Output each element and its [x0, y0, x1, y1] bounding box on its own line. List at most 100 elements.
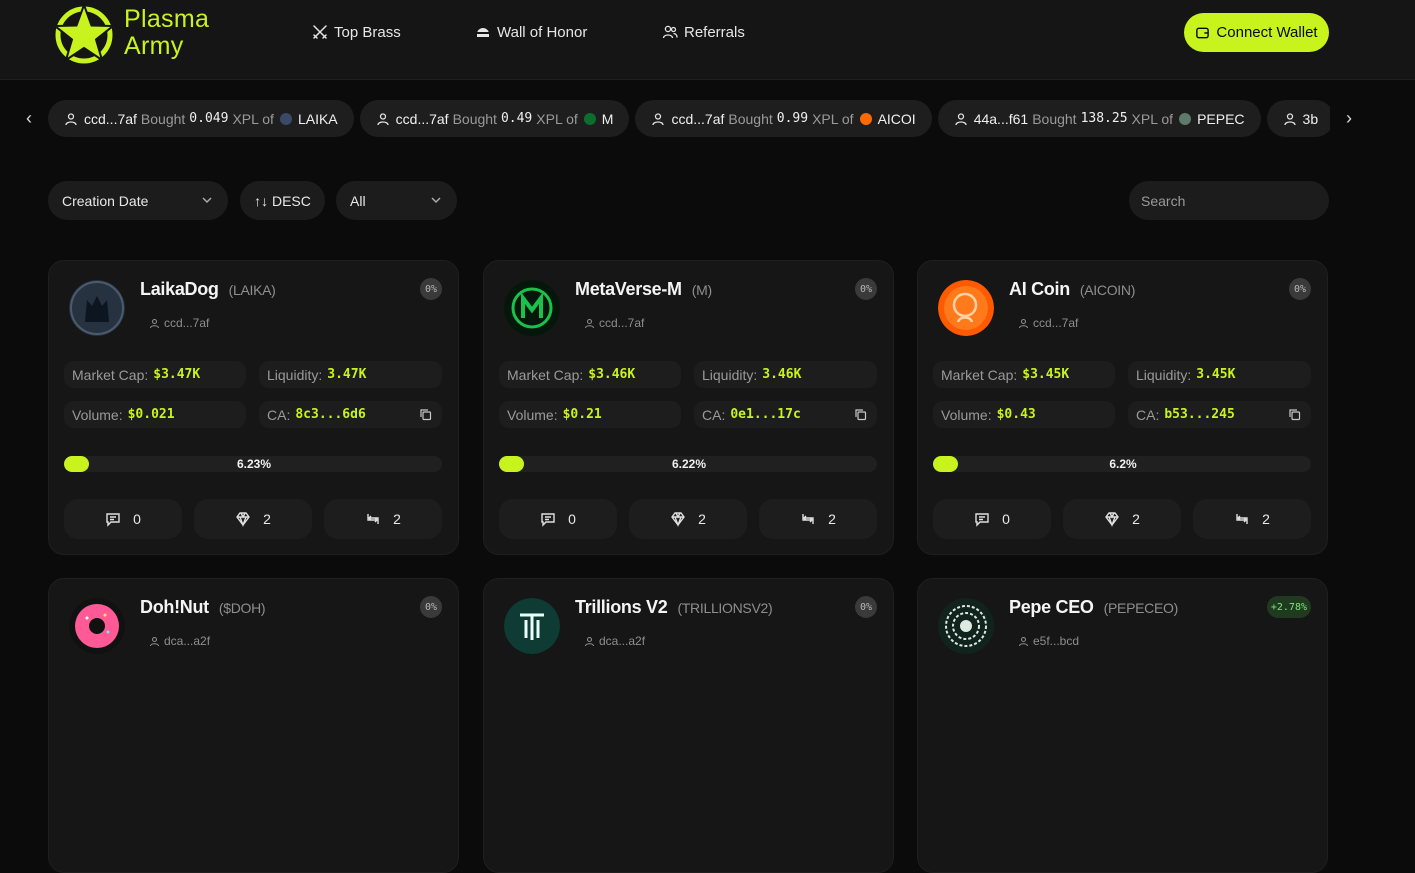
search-input[interactable] [1129, 181, 1329, 220]
user-icon [584, 318, 595, 328]
helmet-icon [477, 28, 489, 37]
trades-button[interactable]: 2 [759, 499, 877, 539]
stat-label: Market Cap: [507, 366, 584, 383]
ticker-item[interactable]: 44a...f61 Bought 138.25 XPL of PEPEC [937, 100, 1261, 137]
token-name-line: Doh!Nut ($DOH) [140, 597, 266, 618]
pepe-ceo-avatar [938, 598, 994, 654]
sort-select-value: Creation Date [62, 192, 149, 209]
token-creator[interactable]: dca...a2f [149, 634, 210, 648]
metaverse-avatar [504, 280, 560, 336]
ticker-coin-icon [1179, 112, 1192, 125]
volume-stat: Volume: $0.021 [64, 401, 246, 428]
token-avatar [938, 598, 994, 654]
sort-select[interactable]: Creation Date [48, 181, 228, 220]
copy-icon[interactable] [1288, 408, 1301, 421]
ticker-item[interactable]: ccd...7af Bought 0.049 XPL of LAIKA [48, 100, 354, 137]
creator-address: ccd...7af [599, 316, 645, 330]
holders-button[interactable]: 2 [629, 499, 747, 539]
token-name-line: LaikaDog (LAIKA) [140, 279, 276, 300]
liquidity-value: 3.46K [762, 367, 802, 382]
token-card[interactable]: MetaVerse-M (M) ccd...7af 0% Market Cap: $3.4… [483, 260, 894, 555]
ticker-address: 44a...f61 [973, 110, 1029, 127]
bonding-progress-fill [64, 456, 89, 472]
token-creator[interactable]: ccd...7af [149, 316, 209, 330]
ticker-item[interactable]: ccd...7af Bought 0.99 XPL of AICOI [635, 100, 932, 137]
volume-stat: Volume: $0.43 [933, 401, 1115, 428]
trade-swap-icon [1236, 514, 1248, 524]
chevron-right-icon: › [1346, 107, 1352, 128]
token-avatar [504, 598, 560, 654]
user-icon [1018, 636, 1029, 646]
stat-label: Liquidity: [1136, 366, 1192, 383]
holders-count: 2 [1132, 511, 1140, 527]
ticker-verb: Bought [728, 110, 773, 127]
ticker-address: 3b [1302, 110, 1319, 127]
liquidity-stat: Liquidity: 3.47K [259, 361, 442, 388]
ticker-unit: XPL of [1131, 110, 1174, 127]
brand-logo[interactable]: Plasma Army [52, 2, 232, 64]
ai-coin-avatar [938, 280, 994, 336]
token-creator[interactable]: ccd...7af [1018, 316, 1078, 330]
token-card[interactable]: Trillions V2 (TRILLIONSV2) dca...a2f 0% [483, 578, 894, 873]
trades-button[interactable]: 2 [1193, 499, 1311, 539]
liquidity-value: 3.45K [1196, 367, 1236, 382]
contract-address-stat: CA: 8c3...6d6 [259, 401, 442, 428]
holders-count: 2 [698, 511, 706, 527]
brand-line-1: Plasma [124, 5, 210, 33]
replies-button[interactable]: 0 [933, 499, 1051, 539]
ticker-item[interactable]: 3b [1266, 100, 1330, 137]
user-icon [65, 112, 77, 125]
ticker-coin-icon [859, 112, 872, 125]
token-name: AI Coin [1009, 279, 1070, 299]
ticker-address: ccd...7af [395, 110, 449, 127]
token-card[interactable]: LaikaDog (LAIKA) ccd...7af 0% Market Cap: $3.… [48, 260, 459, 555]
user-icon [1018, 318, 1029, 328]
connect-wallet-button[interactable]: Connect Wallet [1184, 13, 1329, 52]
token-creator[interactable]: e5f...bcd [1018, 634, 1079, 648]
token-creator[interactable]: ccd...7af [584, 316, 644, 330]
connect-wallet-label: Connect Wallet [1216, 24, 1318, 41]
donut-avatar [69, 598, 125, 654]
copy-icon[interactable] [419, 408, 432, 421]
ticker-unit: XPL of [812, 110, 854, 127]
token-avatar [938, 280, 994, 336]
nav-wall-of-honor[interactable]: Wall of Honor [475, 22, 587, 42]
copy-icon[interactable] [854, 408, 867, 421]
contract-address-value: 8c3...6d6 [295, 407, 366, 422]
creator-address: ccd...7af [1033, 316, 1079, 330]
nav-top-brass[interactable]: Top Brass [312, 22, 401, 42]
ticker-verb: Bought [452, 110, 497, 127]
trades-button[interactable]: 2 [324, 499, 442, 539]
wallet-icon [1196, 27, 1210, 39]
holders-button[interactable]: 2 [194, 499, 312, 539]
scope-select[interactable]: All [336, 181, 457, 220]
ticker-track: ccd...7af Bought 0.049 XPL of LAIKA ccd...7af… [48, 100, 1330, 137]
token-avatar [69, 598, 125, 654]
stat-label: Market Cap: [72, 366, 149, 383]
token-card[interactable]: AI Coin (AICOIN) ccd...7af 0% Market Cap: $3.… [917, 260, 1328, 555]
holders-button[interactable]: 2 [1063, 499, 1181, 539]
stat-label: CA: [702, 406, 726, 423]
token-card[interactable]: Pepe CEO (PEPECEO) e5f...bcd +2.78% [917, 578, 1328, 873]
contract-address-value: 0e1...17c [730, 407, 801, 422]
token-name-line: Pepe CEO (PEPECEO) [1009, 597, 1178, 618]
brand-name: Plasma Army [124, 6, 209, 60]
ticker-item[interactable]: ccd...7af Bought 0.49 XPL of M [359, 100, 630, 137]
comment-icon [975, 513, 989, 527]
user-icon [1283, 112, 1296, 125]
replies-button[interactable]: 0 [499, 499, 617, 539]
token-name-line: AI Coin (AICOIN) [1009, 279, 1135, 300]
replies-button[interactable]: 0 [64, 499, 182, 539]
sort-order-label: ↑↓ DESC [254, 192, 311, 209]
ticker-prev-button[interactable]: ‹ [19, 108, 39, 128]
nav-referrals[interactable]: Referrals [662, 22, 745, 42]
diamond-icon [671, 512, 685, 527]
token-creator[interactable]: dca...a2f [584, 634, 645, 648]
ticker-next-button[interactable]: › [1339, 108, 1359, 128]
ticker-token: M [601, 110, 614, 127]
token-symbol: (TRILLIONSV2) [677, 600, 773, 616]
sort-order-toggle[interactable]: ↑↓ DESC [240, 181, 325, 220]
top-header: Plasma Army Top Brass Wall of Honor Refe… [0, 0, 1415, 80]
stat-label: CA: [1136, 406, 1160, 423]
token-card[interactable]: Doh!Nut ($DOH) dca...a2f 0% [48, 578, 459, 873]
